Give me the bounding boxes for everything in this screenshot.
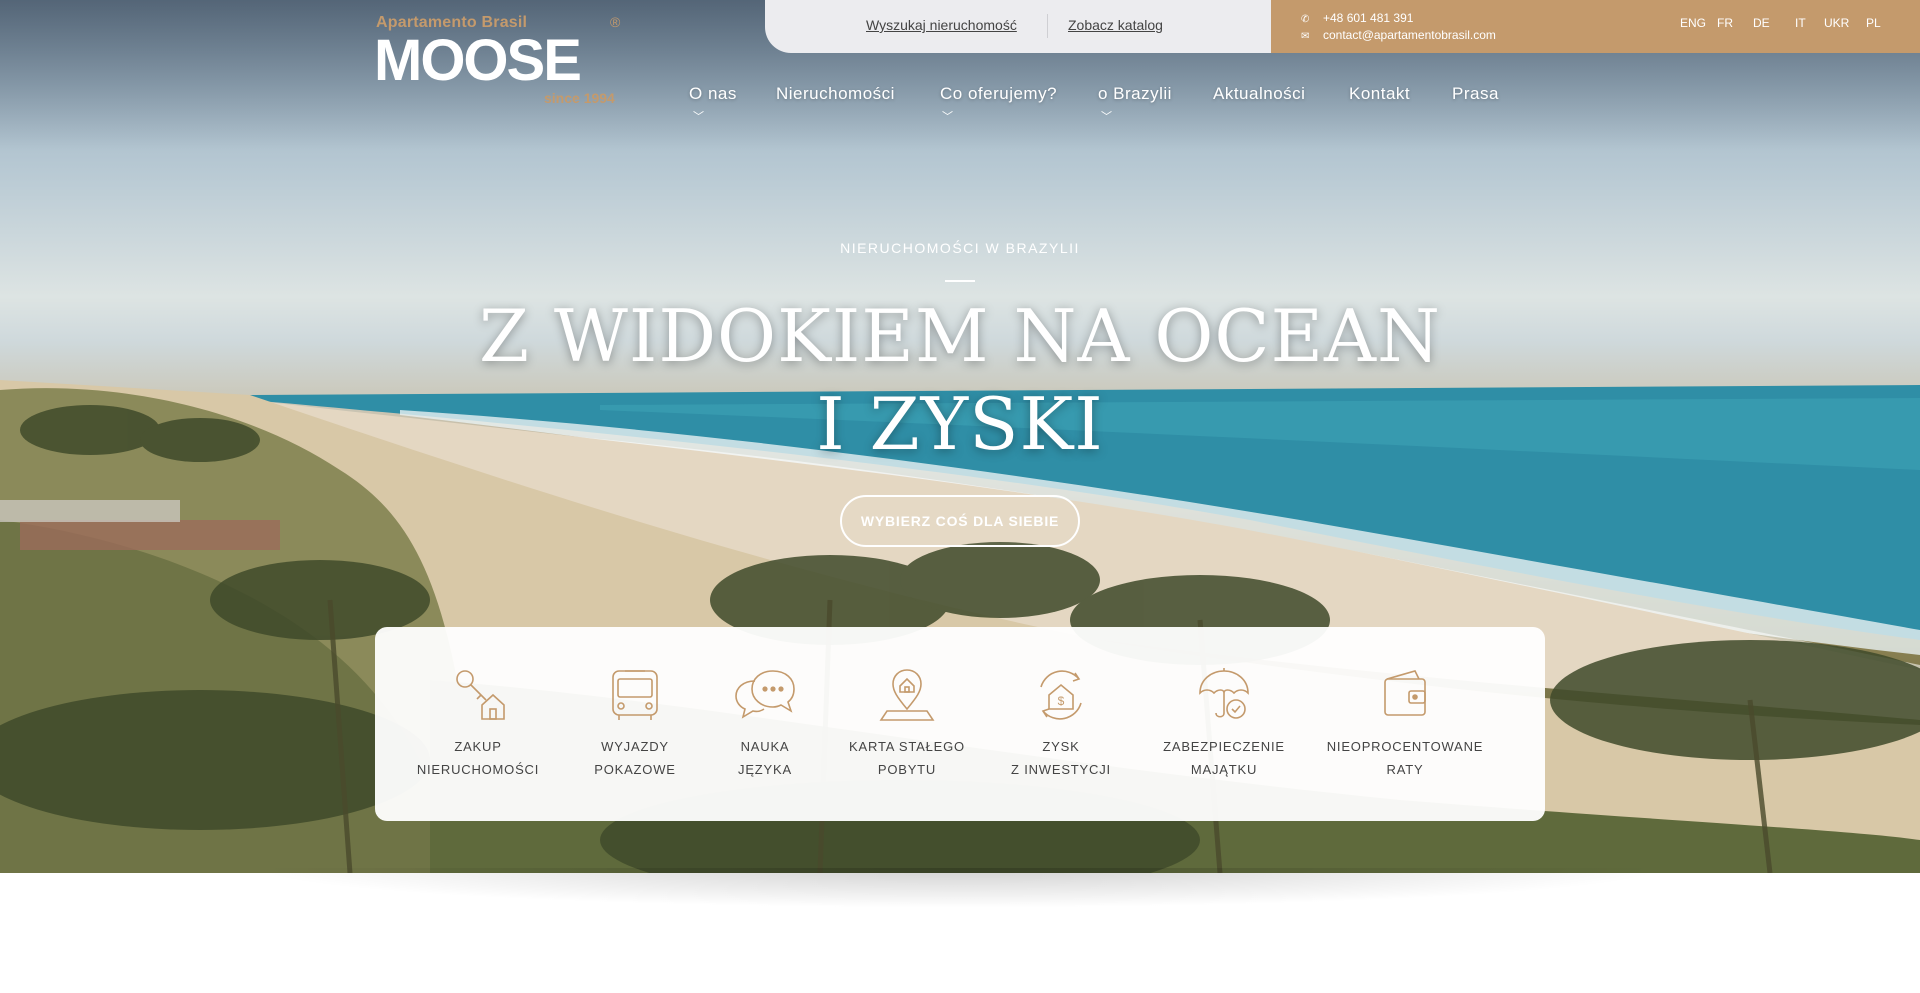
nav-aktualnosci[interactable]: Aktualności — [1213, 84, 1305, 104]
nav-nieruchomosci[interactable]: Nieruchomości — [776, 84, 895, 104]
lang-fr[interactable]: FR — [1717, 16, 1733, 30]
service-label: KARTA STAŁEGO POBYTU — [849, 739, 965, 777]
site-logo[interactable]: Apartamento Brasil ® MOOSE since 1994 — [374, 10, 626, 110]
service-label: NIEOPROCENTOWANE RATY — [1326, 739, 1484, 777]
email-contact[interactable]: ✉ contact@apartamentobrasil.com — [1301, 28, 1496, 42]
logo-registered-mark: ® — [610, 14, 621, 30]
envelope-icon: ✉ — [1301, 31, 1310, 42]
wallet-icon — [1384, 670, 1426, 716]
lang-ukr[interactable]: UKR — [1824, 16, 1849, 30]
hero-cta-button[interactable]: WYBIERZ COŚ DLA SIEBIE — [840, 495, 1080, 547]
topbar-divider — [1047, 14, 1048, 38]
service-zakup[interactable]: ZAKUP NIERUCHOMOŚCI — [393, 667, 563, 781]
phone-number: +48 601 481 391 — [1323, 11, 1414, 25]
search-property-link[interactable]: Wyszukaj nieruchomość — [866, 17, 1017, 33]
email-address: contact@apartamentobrasil.com — [1323, 28, 1496, 42]
topbar-links: Wyszukaj nieruchomość Zobacz katalog — [765, 0, 1272, 53]
phone-icon: ✆ — [1301, 14, 1310, 25]
house-key-icon — [456, 670, 505, 720]
service-label: ZAKUP NIERUCHOMOŚCI — [416, 739, 540, 777]
service-raty[interactable]: NIEOPROCENTOWANE RATY — [1320, 667, 1490, 781]
chevron-down-icon[interactable]: ﹀ — [1101, 108, 1112, 124]
map-pin-house-icon — [879, 669, 935, 721]
topbar-contact: ✆ +48 601 481 391 ✉ contact@apartamentobra… — [1271, 0, 1920, 53]
lang-de[interactable]: DE — [1753, 16, 1770, 30]
service-karta[interactable]: KARTA STAŁEGO POBYTU — [822, 667, 992, 781]
nav-o-nas[interactable]: O nas — [689, 84, 737, 104]
service-label: ZABEZPIECZENIE MAJĄTKU — [1163, 739, 1285, 777]
bus-icon — [612, 670, 658, 720]
nav-kontakt[interactable]: Kontakt — [1349, 84, 1410, 104]
nav-prasa[interactable]: Prasa — [1452, 84, 1499, 104]
service-zysk[interactable]: $ ZYSK Z INWESTYCJI — [976, 667, 1146, 781]
nav-co-oferujemy[interactable]: Co oferujemy? — [940, 84, 1057, 104]
hero-bottom-shadow — [250, 868, 1670, 908]
hero-title-line2: I ZYSKI — [816, 382, 1104, 466]
phone-contact[interactable]: ✆ +48 601 481 391 — [1301, 11, 1413, 25]
chat-bubbles-icon — [735, 670, 795, 719]
services-panel: ZAKUP NIERUCHOMOŚCI WYJAZDY POKAZOWE NAU… — [375, 627, 1545, 821]
house-dollar-icon: $ — [1040, 670, 1082, 720]
chevron-down-icon[interactable]: ﹀ — [693, 108, 704, 124]
chevron-down-icon[interactable]: ﹀ — [942, 108, 953, 124]
hero-title-line1: Z WIDOKIEM NA OCEAN — [478, 294, 1442, 378]
logo-name: MOOSE — [374, 28, 582, 93]
lang-it[interactable]: IT — [1795, 16, 1806, 30]
hero-title: Z WIDOKIEM NA OCEAN I ZYSKI — [0, 292, 1920, 468]
logo-since: since 1994 — [544, 90, 615, 106]
lang-pl[interactable]: PL — [1866, 16, 1881, 30]
nav-o-brazylii[interactable]: o Brazylii — [1098, 84, 1172, 104]
lang-eng[interactable]: ENG — [1680, 16, 1706, 30]
umbrella-check-icon — [1199, 668, 1249, 719]
svg-text:$: $ — [1058, 694, 1065, 708]
service-zabezpieczenie[interactable]: ZABEZPIECZENIE MAJĄTKU — [1139, 667, 1309, 781]
hero-divider — [945, 280, 975, 282]
catalog-link[interactable]: Zobacz katalog — [1068, 17, 1163, 33]
hero-kicker: NIERUCHOMOŚCI W BRAZYLII — [840, 240, 1080, 256]
service-label: ZYSK Z INWESTYCJI — [1011, 739, 1111, 777]
